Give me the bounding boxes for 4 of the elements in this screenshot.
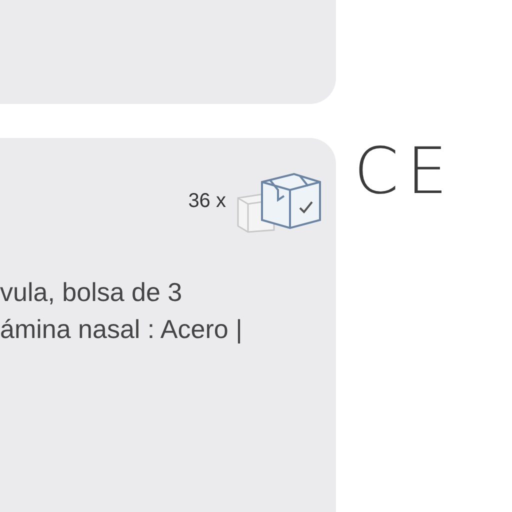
ce-mark: CE xyxy=(354,140,456,204)
pack-quantity: 36 x xyxy=(188,189,226,214)
description-text: ámina nasal : Acero | xyxy=(0,313,244,346)
description-text: vula, bolsa de 3 xyxy=(0,276,184,309)
